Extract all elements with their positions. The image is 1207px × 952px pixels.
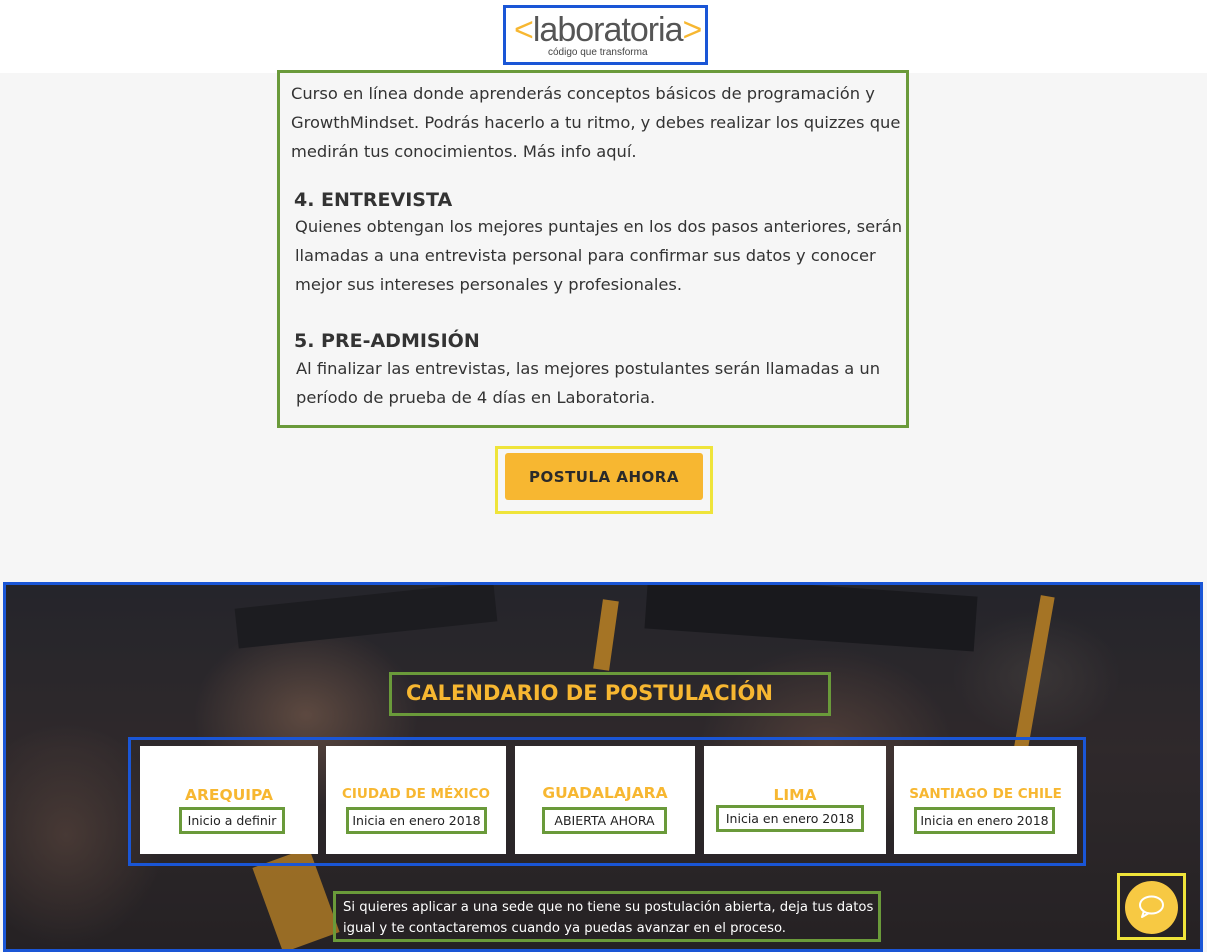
campus-city: SANTIAGO DE CHILE [909, 786, 1062, 802]
campus-cards: AREQUIPA Inicio a definir CIUDAD DE MÉXI… [128, 737, 1086, 866]
logo[interactable]: <laboratoria> código que transforma [503, 5, 708, 65]
campus-status: Inicia en enero 2018 [914, 807, 1055, 834]
campus-city: LIMA [773, 786, 817, 804]
step-4-title: 4. ENTREVISTA [294, 189, 453, 211]
admission-steps: Curso en línea donde aprenderás concepto… [277, 70, 909, 428]
logo-wordmark: <laboratoria> [514, 11, 702, 49]
campus-status: Inicia en enero 2018 [346, 807, 487, 834]
contact-note-text: Si quieres aplicar a una sede que no tie… [343, 900, 874, 936]
campus-card-ciudad-de-mexico[interactable]: CIUDAD DE MÉXICO Inicia en enero 2018 [326, 746, 506, 854]
logo-tagline: código que transforma [548, 47, 648, 58]
step-4-text: Quienes obtengan los mejores puntajes en… [295, 217, 903, 294]
campus-card-arequipa[interactable]: AREQUIPA Inicio a definir [140, 746, 318, 854]
chat-widget-frame [1117, 873, 1186, 940]
step-5-text: Al finalizar las entrevistas, las mejore… [296, 359, 881, 407]
campus-city: GUADALAJARA [542, 784, 668, 802]
campus-card-lima[interactable]: LIMA Inicia en enero 2018 [704, 746, 886, 854]
campus-card-guadalajara[interactable]: GUADALAJARA ABIERTA AHORA [515, 746, 695, 854]
apply-button-frame: POSTULA AHORA [495, 446, 713, 514]
campus-city: CIUDAD DE MÉXICO [341, 786, 491, 802]
calendar-title-box: CALENDARIO DE POSTULACIÓN [389, 672, 831, 716]
calendar-title: CALENDARIO DE POSTULACIÓN [406, 681, 773, 705]
contact-note-box: Si quieres aplicar a una sede que no tie… [333, 891, 881, 942]
step-5-title: 5. PRE-ADMISIÓN [294, 330, 480, 352]
calendar-section: CALENDARIO DE POSTULACIÓN AREQUIPA Inici… [3, 582, 1203, 952]
campus-status: Inicia en enero 2018 [716, 805, 864, 832]
chat-bubble-icon [1139, 895, 1164, 918]
chat-button[interactable] [1125, 881, 1178, 934]
site-header: <laboratoria> código que transforma [0, 0, 1207, 73]
campus-city: AREQUIPA [185, 786, 273, 804]
apply-now-button[interactable]: POSTULA AHORA [505, 453, 703, 500]
campus-status: Inicio a definir [179, 807, 285, 834]
campus-status: ABIERTA AHORA [542, 807, 667, 834]
course-intro-text: Curso en línea donde aprenderás concepto… [291, 84, 901, 161]
campus-card-santiago-de-chile[interactable]: SANTIAGO DE CHILE Inicia en enero 2018 [894, 746, 1077, 854]
